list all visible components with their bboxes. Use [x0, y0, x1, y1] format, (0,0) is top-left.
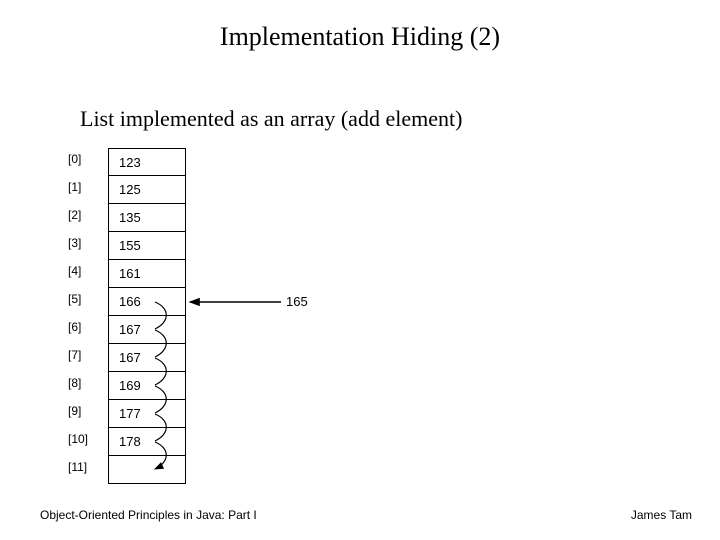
array-index: [4]: [68, 264, 102, 278]
array-cell: 178: [108, 428, 186, 456]
array-index: [1]: [68, 180, 102, 194]
array-index: [9]: [68, 404, 102, 418]
array-value: 161: [119, 266, 141, 281]
array-value: 167: [119, 322, 141, 337]
array-cell: 166: [108, 288, 186, 316]
array-value: 123: [119, 155, 141, 170]
array-index: [3]: [68, 236, 102, 250]
array-cell: 161: [108, 260, 186, 288]
array-cell: 177: [108, 400, 186, 428]
array-value: 135: [119, 210, 141, 225]
array-index: [7]: [68, 348, 102, 362]
array-value: 177: [119, 406, 141, 421]
array-value: 125: [119, 182, 141, 197]
array-index: [11]: [68, 460, 102, 474]
array-value: 166: [119, 294, 141, 309]
array-cell: 135: [108, 204, 186, 232]
array-cell: 125: [108, 176, 186, 204]
array-value: 167: [119, 350, 141, 365]
array-index: [10]: [68, 432, 102, 446]
footer-left: Object-Oriented Principles in Java: Part…: [40, 508, 257, 522]
array-cell: 169: [108, 372, 186, 400]
array-index: [5]: [68, 292, 102, 306]
array-value: 155: [119, 238, 141, 253]
array-value: 178: [119, 434, 141, 449]
array-index: [0]: [68, 152, 102, 166]
slide-title: Implementation Hiding (2): [0, 22, 720, 52]
insert-value-label: 165: [286, 294, 308, 309]
footer-right: James Tam: [631, 508, 692, 522]
array-cell: 123: [108, 148, 186, 176]
array-cell: [108, 456, 186, 484]
array-cell: 167: [108, 344, 186, 372]
array-index: [8]: [68, 376, 102, 390]
slide-subtitle: List implemented as an array (add elemen…: [80, 106, 462, 132]
array-cell: 167: [108, 316, 186, 344]
array-value: 169: [119, 378, 141, 393]
array-index: [6]: [68, 320, 102, 334]
array-index: [2]: [68, 208, 102, 222]
array-cell: 155: [108, 232, 186, 260]
